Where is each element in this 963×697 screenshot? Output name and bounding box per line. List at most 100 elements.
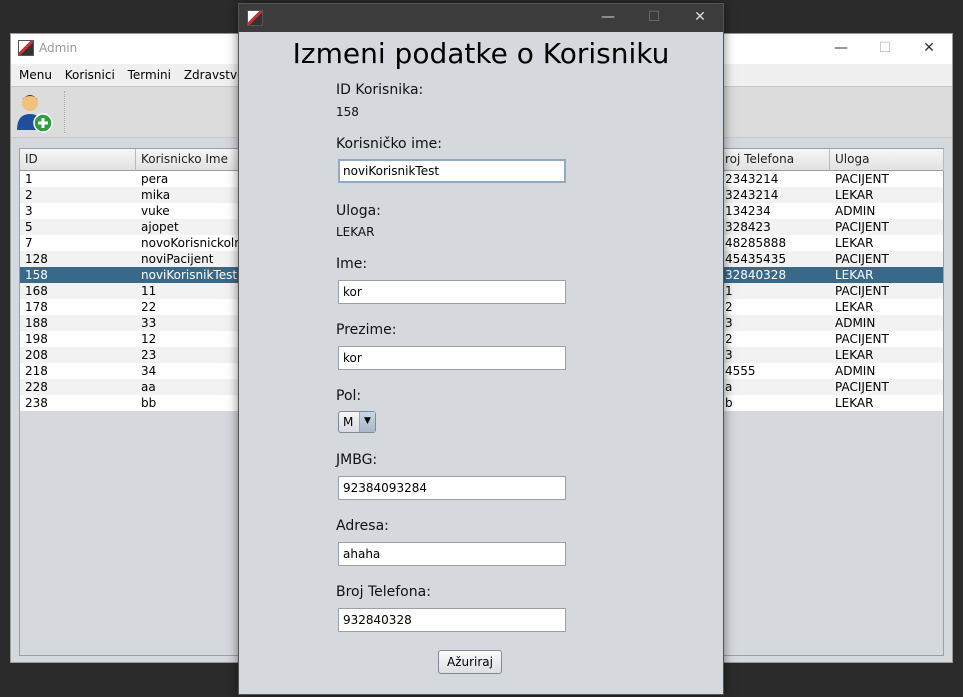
- table-cell-username: aa: [141, 380, 156, 394]
- table-cell-username: 33: [141, 316, 157, 330]
- id-value: 158: [336, 105, 359, 119]
- table-cell-id: 238: [25, 396, 48, 410]
- table-cell-phone: 134234: [725, 204, 771, 218]
- table-cell-username: 34: [141, 364, 157, 378]
- table-cell-role: LEKAR: [835, 396, 874, 410]
- table-cell-phone: 3243214: [725, 188, 779, 202]
- add-user-icon: [17, 95, 53, 133]
- table-cell-phone: 4555: [725, 364, 756, 378]
- phone-input[interactable]: 932840328: [338, 608, 566, 632]
- first-name-input[interactable]: kor: [338, 280, 566, 304]
- table-cell-phone: 2: [725, 300, 733, 314]
- table-cell-role: ADMIN: [835, 364, 876, 378]
- phone-label: Broj Telefona:: [336, 584, 431, 600]
- table-cell-id: 168: [25, 284, 48, 298]
- gender-selected-value: M: [343, 415, 354, 429]
- table-cell-phone: 48285888: [725, 236, 787, 250]
- table-cell-username: mika: [141, 188, 171, 202]
- maximize-button[interactable]: ☐: [862, 34, 908, 64]
- last-name-input[interactable]: kor: [338, 346, 566, 370]
- username-label: Korisničko ime:: [336, 136, 442, 152]
- minimize-button[interactable]: —: [818, 34, 864, 64]
- table-cell-id: 158: [25, 268, 48, 282]
- menu-item-menu[interactable]: Menu: [19, 64, 52, 86]
- table-cell-id: 7: [25, 236, 33, 250]
- table-cell-role: ADMIN: [835, 204, 876, 218]
- dropdown-arrow-icon[interactable]: ▼: [359, 412, 375, 432]
- table-cell-role: ADMIN: [835, 316, 876, 330]
- table-cell-role: PACIJENT: [835, 332, 889, 346]
- toolbar-separator: [64, 91, 65, 133]
- gender-label: Pol:: [336, 388, 362, 404]
- table-cell-role: PACIJENT: [835, 380, 889, 394]
- table-cell-phone: 2343214: [725, 172, 779, 186]
- table-cell-id: 2: [25, 188, 33, 202]
- table-cell-id: 1: [25, 172, 33, 186]
- java-app-icon: [18, 40, 34, 56]
- username-input[interactable]: noviKorisnikTest: [338, 159, 566, 183]
- table-cell-phone: b: [725, 396, 733, 410]
- table-cell-role: PACIJENT: [835, 220, 889, 234]
- table-cell-role: LEKAR: [835, 348, 874, 362]
- table-cell-id: 198: [25, 332, 48, 346]
- table-cell-phone: 3: [725, 316, 733, 330]
- menu-item-termini[interactable]: Termini: [128, 64, 171, 86]
- table-cell-id: 178: [25, 300, 48, 314]
- dialog-minimize-button[interactable]: —: [585, 4, 631, 32]
- last-name-label: Prezime:: [336, 322, 397, 338]
- gender-select[interactable]: M ▼: [338, 411, 376, 433]
- table-cell-username: bb: [141, 396, 157, 410]
- table-cell-username: 11: [141, 284, 157, 298]
- table-cell-username: 23: [141, 348, 157, 362]
- table-cell-id: 3: [25, 204, 33, 218]
- role-label: Uloga:: [336, 203, 381, 219]
- table-cell-phone: 3: [725, 348, 733, 362]
- jmbg-input[interactable]: 92384093284: [338, 476, 566, 500]
- table-cell-id: 128: [25, 252, 48, 266]
- table-cell-phone: 1: [725, 284, 733, 298]
- table-cell-id: 5: [25, 220, 33, 234]
- col-header-username[interactable]: Korisnicko Ime: [136, 149, 246, 171]
- update-button[interactable]: Ažuriraj: [438, 650, 502, 674]
- menu-item-korisnici[interactable]: Korisnici: [65, 64, 115, 86]
- id-label: ID Korisnika:: [336, 82, 424, 98]
- table-cell-role: PACIJENT: [835, 284, 889, 298]
- dialog-close-button[interactable]: ✕: [677, 4, 723, 32]
- table-cell-role: LEKAR: [835, 188, 874, 202]
- col-header-role[interactable]: Uloga: [830, 149, 944, 171]
- table-cell-phone: a: [725, 380, 733, 394]
- table-cell-id: 218: [25, 364, 48, 378]
- address-input[interactable]: ahaha: [338, 542, 566, 566]
- table-cell-phone: 32840328: [725, 268, 787, 282]
- table-cell-id: 208: [25, 348, 48, 362]
- table-cell-id: 188: [25, 316, 48, 330]
- table-cell-role: PACIJENT: [835, 172, 889, 186]
- table-cell-phone: 45435435: [725, 252, 787, 266]
- table-cell-role: LEKAR: [835, 236, 874, 250]
- admin-window-title: Admin: [39, 41, 78, 55]
- add-user-button[interactable]: [14, 90, 56, 134]
- table-cell-phone: 328423: [725, 220, 771, 234]
- table-cell-username: ajopet: [141, 220, 179, 234]
- address-label: Adresa:: [336, 518, 389, 534]
- table-cell-username: noviKorisnikTest: [141, 268, 238, 282]
- table-cell-role: PACIJENT: [835, 252, 889, 266]
- table-cell-username: pera: [141, 172, 169, 186]
- java-app-icon: [247, 10, 263, 26]
- table-cell-username: vuke: [141, 204, 170, 218]
- col-header-id[interactable]: ID: [20, 149, 136, 171]
- table-cell-phone: 2: [725, 332, 733, 346]
- table-cell-role: LEKAR: [835, 268, 874, 282]
- dialog-maximize-button[interactable]: ☐: [631, 4, 677, 32]
- table-cell-role: LEKAR: [835, 300, 874, 314]
- table-cell-username: novoKorisnickolm: [141, 236, 241, 250]
- dialog-titlebar: — ☐ ✕: [239, 4, 723, 32]
- close-button[interactable]: ✕: [906, 34, 952, 64]
- dialog-title: Izmeni podatke o Korisniku: [292, 37, 670, 70]
- table-cell-id: 228: [25, 380, 48, 394]
- table-cell-username: 22: [141, 300, 157, 314]
- col-header-phone[interactable]: roj Telefona: [720, 149, 830, 171]
- table-cell-username: 12: [141, 332, 157, 346]
- role-value: LEKAR: [336, 225, 375, 239]
- first-name-label: Ime:: [336, 256, 368, 272]
